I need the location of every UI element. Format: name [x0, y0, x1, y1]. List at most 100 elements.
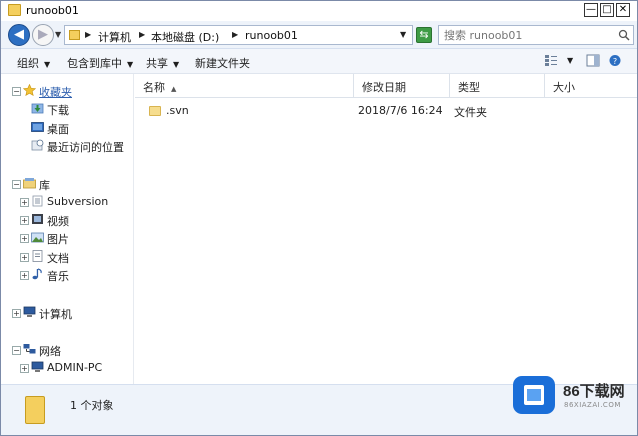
- recent-places-icon: [31, 139, 44, 151]
- recent-pages-dropdown[interactable]: ▼: [55, 30, 61, 39]
- maximize-button[interactable]: □: [600, 3, 614, 17]
- column-header-modified[interactable]: 修改日期: [354, 74, 450, 98]
- star-icon: [23, 84, 36, 96]
- folder-icon: [69, 30, 80, 40]
- item-count: 1 个对象: [70, 399, 114, 412]
- file-modified: 2018/7/6 16:24: [358, 104, 443, 117]
- sidebar-item-documents[interactable]: 文档: [31, 249, 131, 265]
- column-header-type[interactable]: 类型: [450, 74, 545, 98]
- breadcrumb-separator[interactable]: ▶: [139, 30, 145, 39]
- library-icon: [23, 178, 36, 189]
- sidebar-item-label: 下载: [47, 104, 69, 117]
- watermark-url: 86XIAZAI.COM: [564, 401, 621, 409]
- search-input[interactable]: [439, 26, 615, 44]
- forward-button[interactable]: ▶: [32, 24, 54, 46]
- desktop-icon: [31, 122, 44, 132]
- search-icon[interactable]: [618, 29, 630, 41]
- minimize-button[interactable]: —: [584, 3, 598, 17]
- expander[interactable]: +: [20, 271, 29, 280]
- breadcrumb-separator[interactable]: ▶: [85, 30, 91, 39]
- sidebar-item-admin-pc[interactable]: ADMIN-PC: [31, 360, 131, 376]
- expander[interactable]: +: [20, 234, 29, 243]
- column-header-label: 大小: [553, 81, 575, 94]
- breadcrumb-computer[interactable]: 计算机: [98, 29, 131, 45]
- sidebar-item-label: 计算机: [39, 308, 72, 321]
- expander[interactable]: +: [20, 216, 29, 225]
- expander[interactable]: −: [12, 87, 21, 96]
- cube-icon: [524, 385, 544, 405]
- breadcrumb-folder[interactable]: runoob01: [245, 29, 298, 42]
- expander[interactable]: −: [12, 180, 21, 189]
- explorer-window: runoob01 — □ ✕ ◀ ▶ ▼ ▶ 计算机 ▶ 本地磁盘 (D:) ▶…: [0, 0, 638, 436]
- file-list: 名称 ▲ 修改日期 类型 大小 .svn 2018/7/6 16:24 文件夹: [135, 74, 637, 384]
- document-library-icon: [32, 195, 43, 207]
- sidebar-item-music[interactable]: 音乐: [31, 267, 131, 283]
- file-name: .svn: [166, 104, 189, 117]
- expander[interactable]: −: [12, 346, 21, 355]
- column-header-label: 类型: [458, 81, 480, 94]
- expander[interactable]: +: [12, 309, 21, 318]
- command-bar: 组织 ▼ 包含到库中 ▼ 共享 ▼ 新建文件夹 ▼ ?: [1, 49, 637, 74]
- sidebar-item-subversion[interactable]: Subversion: [31, 194, 131, 210]
- sidebar-item-videos[interactable]: 视频: [31, 212, 131, 228]
- expander[interactable]: +: [20, 253, 29, 262]
- title-bar[interactable]: runoob01 — □ ✕: [1, 1, 637, 21]
- computer-icon: [31, 361, 44, 372]
- chevron-down-icon: ▼: [44, 60, 51, 69]
- folder-icon: [25, 396, 45, 424]
- download-folder-icon: [31, 103, 44, 114]
- chevron-down-icon: ▼: [127, 60, 134, 69]
- sidebar-item-network[interactable]: 网络: [23, 342, 123, 358]
- include-in-library-menu[interactable]: 包含到库中 ▼: [67, 55, 133, 71]
- sidebar-item-computer[interactable]: 计算机: [23, 305, 123, 321]
- column-header-label: 修改日期: [362, 81, 406, 94]
- breadcrumb-drive[interactable]: 本地磁盘 (D:): [151, 29, 219, 45]
- share-menu[interactable]: 共享 ▼: [146, 55, 179, 71]
- address-history-dropdown[interactable]: ▼: [400, 30, 406, 39]
- sidebar-item-label: 最近访问的位置: [47, 141, 124, 154]
- column-header-size[interactable]: 大小: [545, 74, 637, 98]
- table-row[interactable]: .svn 2018/7/6 16:24 文件夹: [135, 102, 637, 120]
- navigation-pane: − 收藏夹 下载 桌面 最近访问的位置 − 库 + Subversion + 视…: [1, 74, 134, 384]
- svg-text:?: ?: [613, 57, 617, 66]
- sidebar-item-label: 文档: [47, 252, 69, 265]
- refresh-button[interactable]: ⇆: [416, 27, 432, 43]
- expander[interactable]: +: [20, 198, 29, 207]
- expander[interactable]: +: [20, 364, 29, 373]
- sidebar-item-label: 库: [39, 179, 50, 192]
- computer-icon: [23, 306, 36, 317]
- column-header-name[interactable]: 名称 ▲: [135, 74, 354, 98]
- sidebar-item-label: 桌面: [47, 123, 69, 136]
- chevron-down-icon[interactable]: ▼: [567, 56, 573, 65]
- file-type: 文件夹: [454, 106, 487, 119]
- document-icon: [32, 250, 43, 262]
- close-button[interactable]: ✕: [616, 3, 630, 17]
- include-in-library-label: 包含到库中: [67, 57, 122, 70]
- address-field[interactable]: ▶ 计算机 ▶ 本地磁盘 (D:) ▶ runoob01 ▼: [64, 25, 413, 45]
- address-bar: ◀ ▶ ▼ ▶ 计算机 ▶ 本地磁盘 (D:) ▶ runoob01 ▼ ⇆: [1, 21, 637, 49]
- video-icon: [32, 214, 43, 224]
- share-label: 共享: [146, 57, 168, 70]
- preview-pane-icon[interactable]: [586, 54, 600, 67]
- back-button[interactable]: ◀: [8, 24, 30, 46]
- sidebar-item-downloads[interactable]: 下载: [31, 101, 131, 117]
- breadcrumb-separator[interactable]: ▶: [232, 30, 238, 39]
- sidebar-item-libraries[interactable]: 库: [23, 176, 123, 192]
- sidebar-item-label: 音乐: [47, 270, 69, 283]
- sidebar-item-label: 图片: [47, 233, 69, 246]
- view-options-icon[interactable]: [544, 54, 558, 67]
- picture-icon: [31, 232, 44, 243]
- sidebar-item-pictures[interactable]: 图片: [31, 230, 131, 246]
- folder-icon: [8, 4, 21, 16]
- organize-menu[interactable]: 组织 ▼: [17, 55, 50, 71]
- music-icon: [32, 268, 42, 280]
- sidebar-item-favorites[interactable]: 收藏夹: [23, 83, 123, 99]
- sidebar-item-label: 网络: [39, 345, 61, 358]
- new-folder-button[interactable]: 新建文件夹: [195, 55, 250, 71]
- sidebar-item-recent-places[interactable]: 最近访问的位置: [31, 138, 131, 154]
- sort-ascending-icon: ▲: [171, 85, 177, 93]
- search-box: [438, 25, 634, 45]
- sidebar-item-desktop[interactable]: 桌面: [31, 120, 131, 136]
- folder-icon: [149, 106, 161, 116]
- help-icon[interactable]: ?: [608, 54, 622, 67]
